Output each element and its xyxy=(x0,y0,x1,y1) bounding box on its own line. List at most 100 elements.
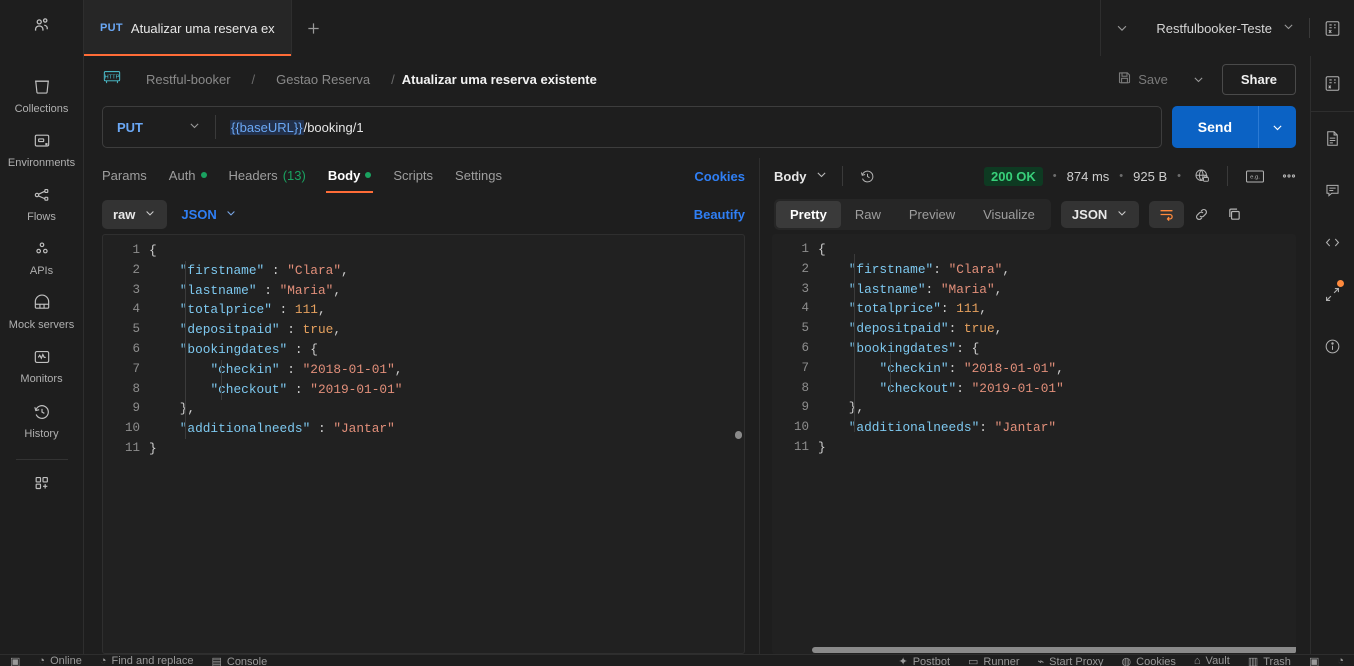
new-tab-button[interactable] xyxy=(292,0,336,56)
save-example-icon[interactable]: e.g. xyxy=(1242,168,1268,185)
tab-list-chevron-down-icon[interactable] xyxy=(1100,0,1142,56)
code-token xyxy=(818,262,849,277)
request-body-editor[interactable]: 1234567891011 { "firstname" : "Clara", "… xyxy=(102,234,745,654)
line-number: 7 xyxy=(103,360,149,380)
comments-icon[interactable] xyxy=(1311,164,1354,216)
sidebar-item-label: APIs xyxy=(30,265,53,277)
cookies-link[interactable]: Cookies xyxy=(694,169,745,184)
sidebar-item-collections[interactable]: Collections xyxy=(0,68,84,122)
clock-history-icon[interactable] xyxy=(857,168,878,185)
status-cookies[interactable]: ◍ Cookies xyxy=(1122,655,1176,666)
status-label: Postbot xyxy=(913,656,950,666)
indent-guide xyxy=(185,261,186,439)
chevron-down-icon xyxy=(1116,207,1128,222)
tab-auth[interactable]: Auth xyxy=(158,160,218,193)
status-two-pane-view[interactable]: ▣ xyxy=(1309,655,1319,666)
send-button[interactable]: Send xyxy=(1172,106,1258,148)
code-token xyxy=(818,321,849,336)
sidebar-item-mock-servers[interactable]: Mock servers xyxy=(0,284,84,338)
tab-preview[interactable]: Preview xyxy=(895,201,969,228)
response-format-select[interactable]: JSON xyxy=(1061,201,1139,228)
response-cookies-icon[interactable] xyxy=(1191,167,1213,185)
tab-params[interactable]: Params xyxy=(102,160,158,193)
copy-icon[interactable] xyxy=(1219,206,1250,223)
code-token: : xyxy=(941,301,956,316)
sidebar-item-history[interactable]: History xyxy=(0,393,84,447)
share-button[interactable]: Share xyxy=(1222,64,1296,95)
status-console[interactable]: ▤ Console xyxy=(211,655,267,666)
notification-dot-icon xyxy=(1337,280,1344,287)
status-postbot[interactable]: ✦ Postbot xyxy=(898,655,950,666)
sidebar-item-monitors[interactable]: Monitors xyxy=(0,338,84,392)
request-code[interactable]: { "firstname" : "Clara", "lastname" : "M… xyxy=(149,235,744,653)
status-trash[interactable]: ▥ Trash xyxy=(1248,655,1291,666)
line-number: 6 xyxy=(772,339,818,359)
line-number: 9 xyxy=(772,398,818,418)
tab-label: Auth xyxy=(169,168,196,183)
status-start-proxy[interactable]: ⌁ Start Proxy xyxy=(1038,655,1104,666)
sidebar-item-apis[interactable]: APIs xyxy=(0,230,84,284)
tab-visualize[interactable]: Visualize xyxy=(969,201,1049,228)
status-vault[interactable]: ⌂ Vault xyxy=(1194,655,1230,666)
status-label: Runner xyxy=(983,656,1019,666)
status-help[interactable]: ◔ xyxy=(1337,655,1344,666)
new-icon xyxy=(32,473,52,493)
terminal-icon: ▤ xyxy=(211,655,221,666)
code-line: "totalprice": 111, xyxy=(818,299,1296,319)
response-pane: Body 200 OK • xyxy=(760,158,1310,666)
tab-pretty[interactable]: Pretty xyxy=(776,201,841,228)
more-options-icon[interactable] xyxy=(1278,167,1300,185)
status-runner[interactable]: ▭ Runner xyxy=(968,655,1019,666)
code-token: 111 xyxy=(956,301,979,316)
status-online[interactable]: ◔ Online xyxy=(38,655,81,666)
response-header: Body 200 OK • xyxy=(760,158,1310,194)
status-label: Vault xyxy=(1206,655,1230,666)
tab-body[interactable]: Body xyxy=(317,160,383,193)
tab-label: Headers xyxy=(229,168,278,183)
body-format-value: JSON xyxy=(181,207,216,222)
response-horizontal-scrollbar[interactable] xyxy=(812,647,1296,653)
info-icon[interactable] xyxy=(1311,320,1354,372)
documentation-icon[interactable] xyxy=(1311,112,1354,164)
url-input[interactable]: {{baseURL}}/booking/1 xyxy=(216,120,1161,135)
breadcrumb-item-folder[interactable]: Gestao Reserva xyxy=(262,66,384,93)
line-number: 10 xyxy=(103,419,149,439)
response-body-viewer[interactable]: 1234567891011 { "firstname": "Clara", "l… xyxy=(772,234,1296,654)
breadcrumb: Restful-booker / Gestao Reserva / Atuali… xyxy=(132,66,597,93)
team-button[interactable] xyxy=(0,0,84,56)
body-format-select[interactable]: JSON xyxy=(175,200,242,229)
expand-icon[interactable] xyxy=(1311,268,1354,320)
send-options-chevron-down-icon[interactable] xyxy=(1258,106,1296,148)
code-token xyxy=(149,401,180,416)
tab-scripts[interactable]: Scripts xyxy=(382,160,444,193)
word-wrap-icon[interactable] xyxy=(1149,201,1184,228)
status-sidebar-toggle[interactable]: ▣ xyxy=(10,655,20,666)
body-mode-select[interactable]: raw xyxy=(102,200,167,229)
tab-headers[interactable]: Headers (13) xyxy=(218,160,317,193)
environment-selector-icon[interactable] xyxy=(1310,0,1354,56)
response-body-select[interactable]: Body xyxy=(774,168,828,184)
history-icon xyxy=(32,402,52,422)
save-options-chevron-down-icon[interactable] xyxy=(1186,73,1212,86)
breadcrumb-item-collection[interactable]: Restful-booker xyxy=(132,66,245,93)
tab-raw[interactable]: Raw xyxy=(841,201,895,228)
sidebar-item-flows[interactable]: Flows xyxy=(0,176,84,230)
http-method-select[interactable]: PUT xyxy=(103,119,215,135)
chevron-down-icon xyxy=(188,119,201,135)
beautify-button[interactable]: Beautify xyxy=(694,207,745,222)
vault-icon[interactable] xyxy=(1311,56,1354,112)
request-editor-scrollbar[interactable] xyxy=(735,431,742,439)
link-icon[interactable] xyxy=(1186,206,1217,223)
workspace-selector[interactable]: Restfulbooker-Teste xyxy=(1142,0,1309,56)
line-number: 11 xyxy=(103,439,149,459)
tab-label: Params xyxy=(102,168,147,183)
sidebar-toggle-icon: ▣ xyxy=(10,655,20,666)
status-find-and-replace[interactable]: ◔ Find and replace xyxy=(100,655,194,666)
code-snippet-icon[interactable] xyxy=(1311,216,1354,268)
code-token: "Maria" xyxy=(941,282,995,297)
request-tab-active[interactable]: PUT Atualizar uma reserva ex xyxy=(84,0,292,56)
sidebar-item-environments[interactable]: Environments xyxy=(0,122,84,176)
save-button[interactable]: Save xyxy=(1109,64,1176,94)
sidebar-new-button[interactable] xyxy=(0,464,84,500)
tab-settings[interactable]: Settings xyxy=(444,160,513,193)
